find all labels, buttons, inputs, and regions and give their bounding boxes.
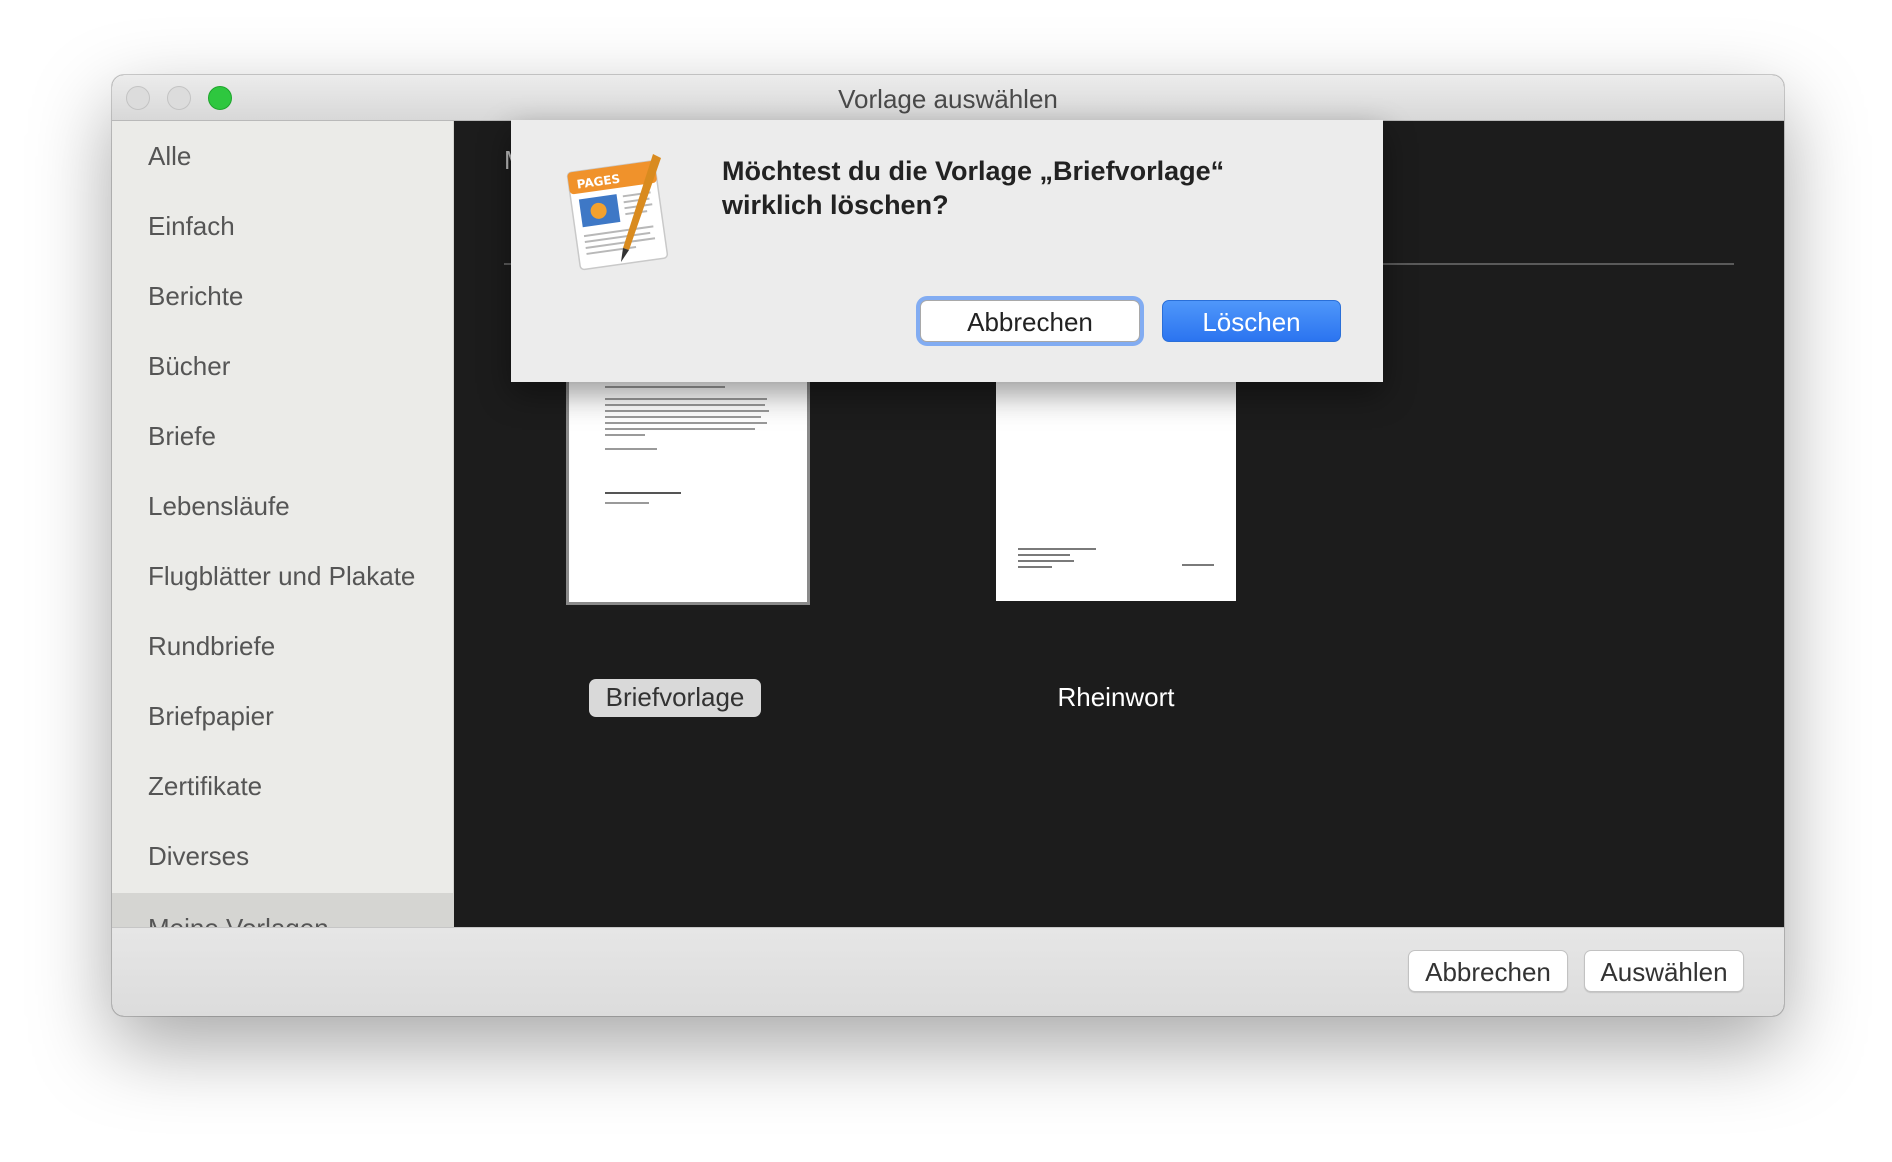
sidebar-item-flugblaetter-und-plakate[interactable]: Flugblätter und Plakate	[112, 541, 453, 611]
cancel-button[interactable]: Abbrechen	[1408, 950, 1568, 992]
alert-cancel-button[interactable]: Abbrechen	[920, 300, 1140, 342]
alert-delete-button[interactable]: Löschen	[1162, 300, 1341, 342]
sidebar-item-rundbriefe[interactable]: Rundbriefe	[112, 611, 453, 681]
sidebar-item-alle[interactable]: Alle	[112, 121, 453, 191]
sidebar-item-zertifikate[interactable]: Zertifikate	[112, 751, 453, 821]
sidebar-item-meine-vorlagen[interactable]: Meine Vorlagen	[112, 893, 453, 927]
sidebar-item-berichte[interactable]: Berichte	[112, 261, 453, 331]
delete-confirmation-sheet: PAGES Möchtest du die Vorlage „Briefvorl…	[511, 120, 1383, 382]
choose-button[interactable]: Auswählen	[1584, 950, 1744, 992]
category-sidebar: Alle Einfach Berichte Bücher Briefe Lebe…	[112, 121, 454, 927]
window-title: Vorlage auswählen	[838, 84, 1058, 114]
sidebar-item-buecher[interactable]: Bücher	[112, 331, 453, 401]
alert-message: Möchtest du die Vorlage „Briefvorlage“ w…	[722, 156, 1225, 220]
template-label-rheinwort[interactable]: Rheinwort	[996, 679, 1236, 715]
sidebar-item-lebenslaeufe[interactable]: Lebensläufe	[112, 471, 453, 541]
bottom-toolbar: Abbrechen Auswählen	[112, 927, 1784, 1016]
sidebar-item-einfach[interactable]: Einfach	[112, 191, 453, 261]
sidebar-item-briefpapier[interactable]: Briefpapier	[112, 681, 453, 751]
sidebar-item-briefe[interactable]: Briefe	[112, 401, 453, 471]
pages-app-icon: PAGES	[566, 154, 669, 271]
sidebar-item-diverses[interactable]: Diverses	[112, 821, 453, 891]
template-chooser-window: Vorlage auswählen Alle Einfach Berichte …	[112, 75, 1784, 1016]
title-bar: Vorlage auswählen	[112, 75, 1784, 121]
template-label-briefvorlage[interactable]: Briefvorlage	[589, 679, 761, 717]
